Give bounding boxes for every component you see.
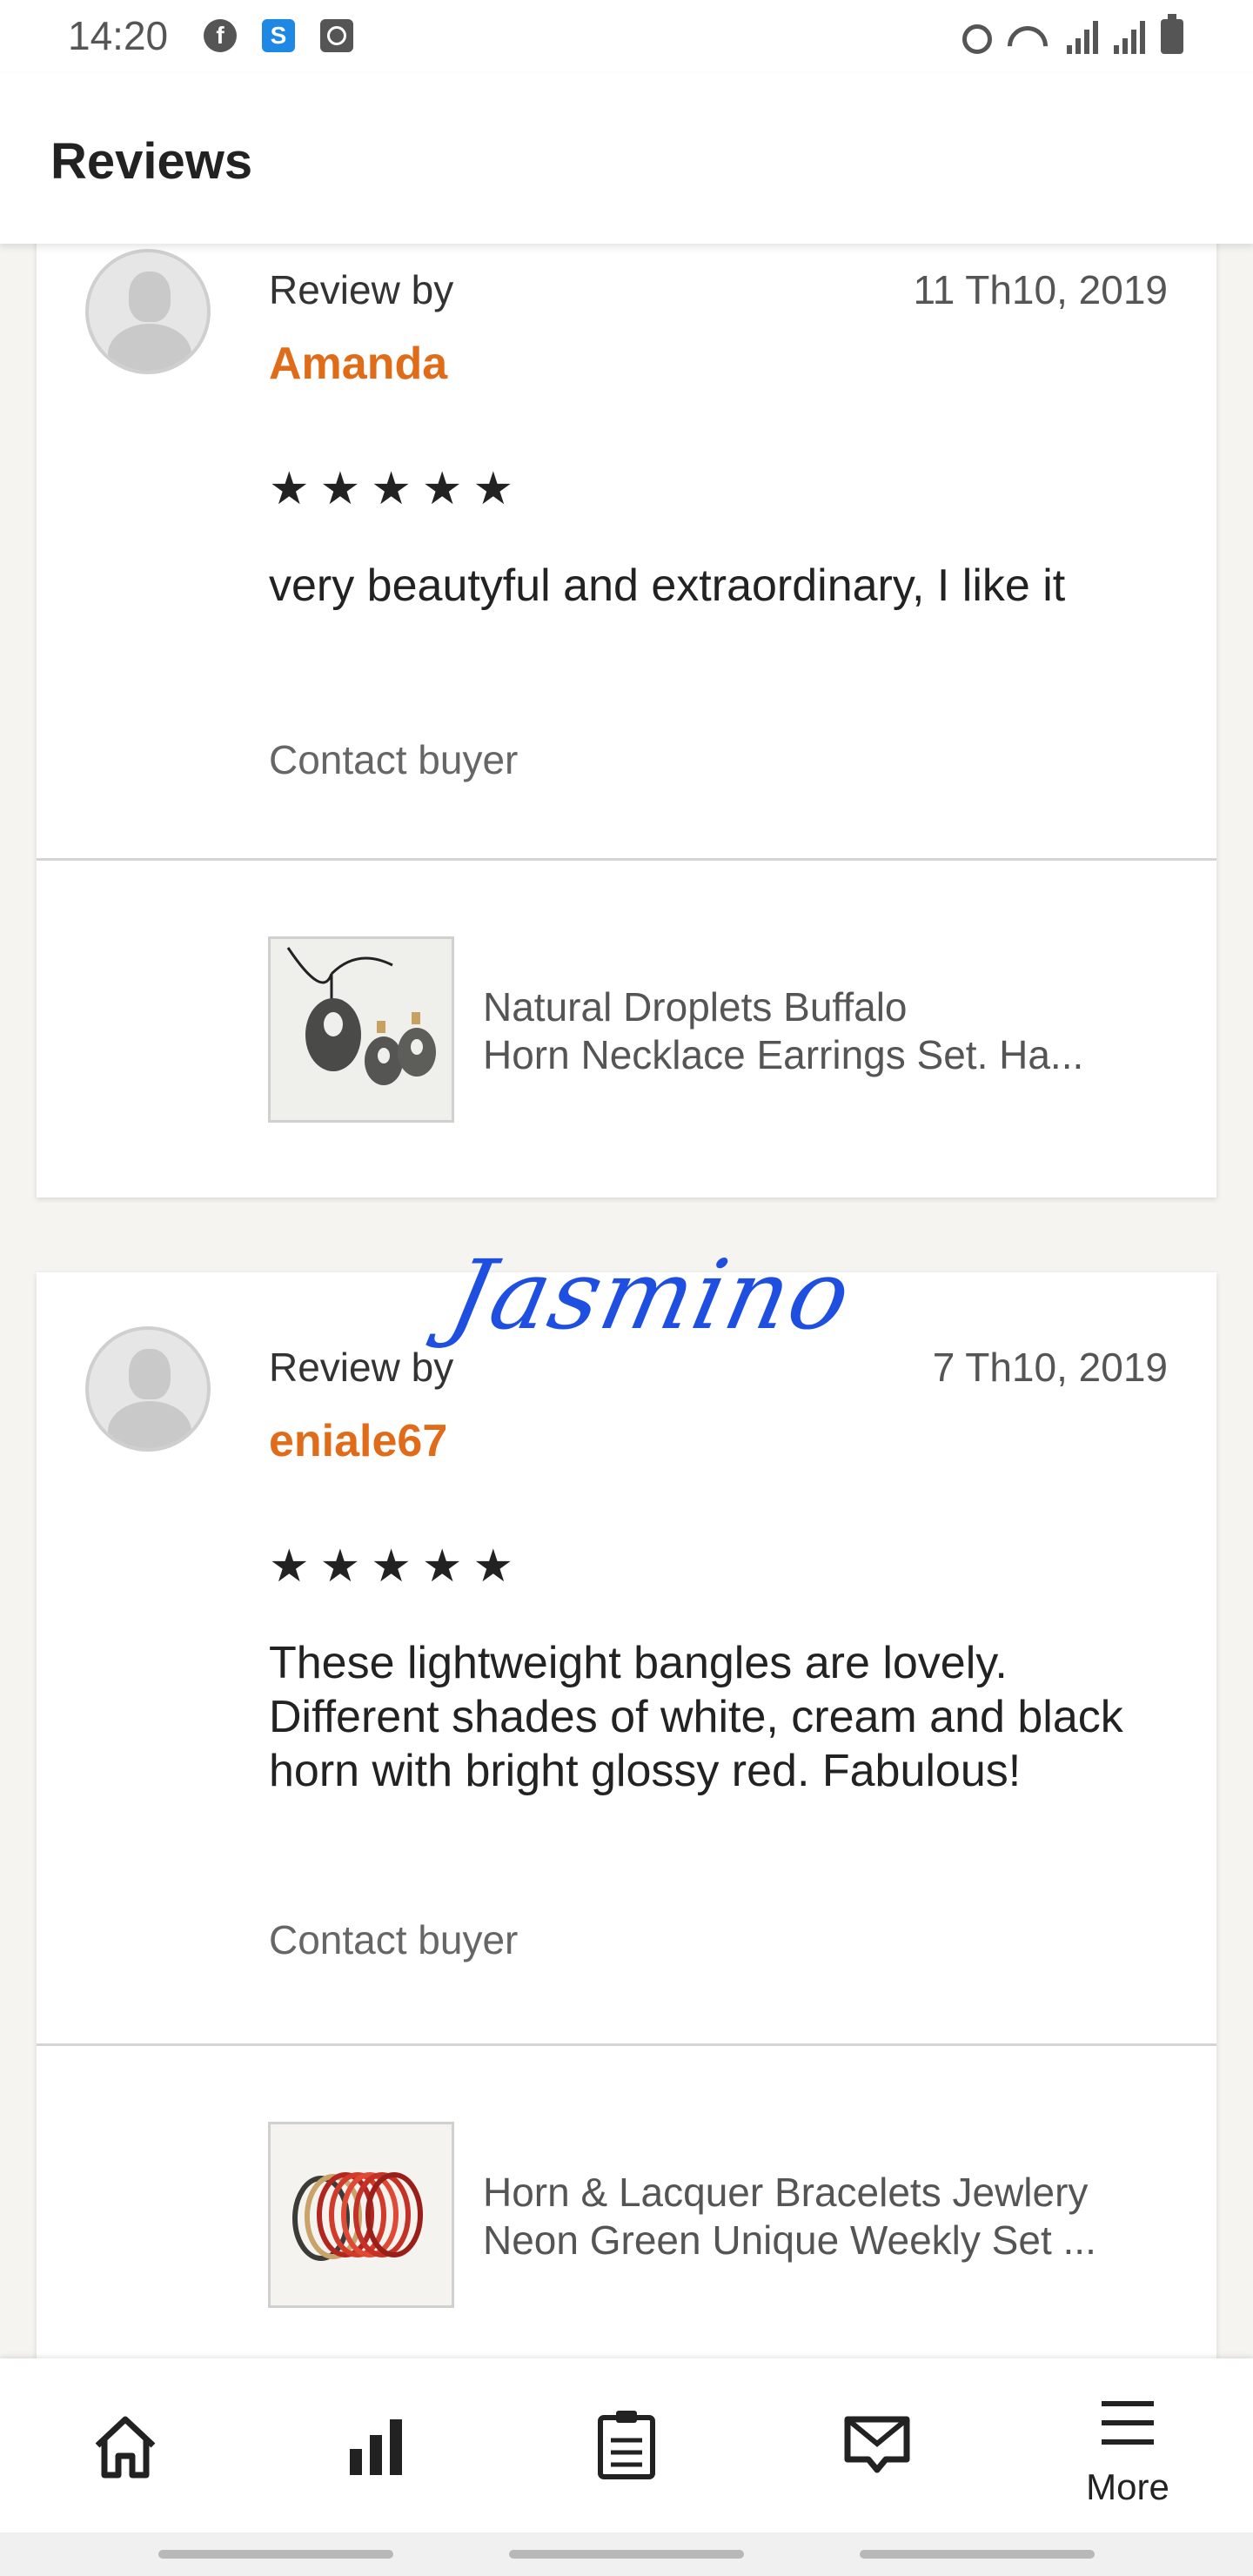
product-title-line: Horn Necklace Earrings Set. Ha... bbox=[483, 1032, 1084, 1077]
battery-icon bbox=[1161, 14, 1183, 54]
signal-icon bbox=[1067, 19, 1098, 54]
contact-buyer-link[interactable]: Contact buyer bbox=[269, 1916, 518, 1963]
gesture-handle[interactable] bbox=[509, 2550, 744, 2559]
product-thumbnail[interactable] bbox=[268, 936, 454, 1123]
review-by-label: Review by bbox=[269, 267, 454, 312]
divider bbox=[37, 2043, 1216, 2046]
nav-more-label: More bbox=[1086, 2466, 1169, 2507]
star-rating: ★★★★★ bbox=[269, 1541, 525, 1592]
signal-icon bbox=[1114, 19, 1145, 54]
bottom-nav: More bbox=[0, 2358, 1253, 2532]
avatar[interactable] bbox=[85, 249, 211, 374]
nav-messages[interactable] bbox=[752, 2358, 1002, 2532]
product-title[interactable]: Horn & Lacquer Bracelets Jewlery Neon Gr… bbox=[483, 2169, 1179, 2264]
s-app-icon: S bbox=[262, 19, 295, 52]
review-text: very beautyful and extraordinary, I like… bbox=[269, 560, 1066, 611]
review-by-label: Review by bbox=[269, 1345, 454, 1390]
clock-app-icon bbox=[320, 19, 353, 52]
product-title[interactable]: Natural Droplets Buffalo Horn Necklace E… bbox=[483, 983, 1179, 1079]
nav-stats[interactable] bbox=[251, 2358, 501, 2532]
product-title-line: Neon Green Unique Weekly Set ... bbox=[483, 2217, 1096, 2263]
nav-more[interactable]: More bbox=[1002, 2358, 1253, 2532]
avatar[interactable] bbox=[85, 1326, 211, 1452]
gesture-handle[interactable] bbox=[158, 2550, 393, 2559]
star-rating: ★★★★★ bbox=[269, 464, 525, 514]
reviewer-name[interactable]: eniale67 bbox=[269, 1415, 447, 1467]
home-icon bbox=[95, 2416, 156, 2479]
system-nav-bar bbox=[0, 2532, 1253, 2576]
menu-icon bbox=[1102, 2401, 1154, 2445]
messages-icon bbox=[844, 2416, 910, 2473]
app-header: Reviews bbox=[0, 73, 1253, 244]
review-card: Review by 7 Th10, 2019 eniale67 ★★★★★ Th… bbox=[37, 1272, 1216, 2404]
product-title-line: Natural Droplets Buffalo bbox=[483, 984, 908, 1030]
bracelets-image bbox=[271, 2124, 452, 2305]
page-title: Reviews bbox=[50, 133, 253, 190]
review-card: Review by 11 Th10, 2019 Amanda ★★★★★ ver… bbox=[37, 174, 1216, 1197]
gesture-handle[interactable] bbox=[860, 2550, 1095, 2559]
divider bbox=[37, 858, 1216, 861]
nav-home[interactable] bbox=[0, 2358, 251, 2532]
facebook-icon: f bbox=[204, 19, 237, 52]
status-time: 14:20 bbox=[68, 13, 169, 58]
review-date: 11 Th10, 2019 bbox=[913, 267, 1168, 312]
review-text: These lightweight bangles are lovely. Di… bbox=[269, 1638, 1123, 1796]
product-title-line: Horn & Lacquer Bracelets Jewlery bbox=[483, 2170, 1089, 2215]
status-icons bbox=[962, 14, 1183, 54]
stats-icon bbox=[350, 2419, 402, 2475]
product-thumbnail[interactable] bbox=[268, 2122, 454, 2308]
review-date: 7 Th10, 2019 bbox=[932, 1345, 1168, 1390]
contact-buyer-link[interactable]: Contact buyer bbox=[269, 736, 518, 783]
status-bar: 14:20 f S bbox=[0, 0, 1253, 73]
signature-watermark: Jasmino bbox=[440, 1239, 862, 1351]
alarm-icon bbox=[962, 24, 992, 54]
necklace-image bbox=[271, 939, 452, 1120]
nav-orders[interactable] bbox=[501, 2358, 752, 2532]
wifi-icon bbox=[1008, 19, 1051, 54]
reviewer-name[interactable]: Amanda bbox=[269, 338, 447, 390]
orders-icon bbox=[598, 2411, 655, 2479]
